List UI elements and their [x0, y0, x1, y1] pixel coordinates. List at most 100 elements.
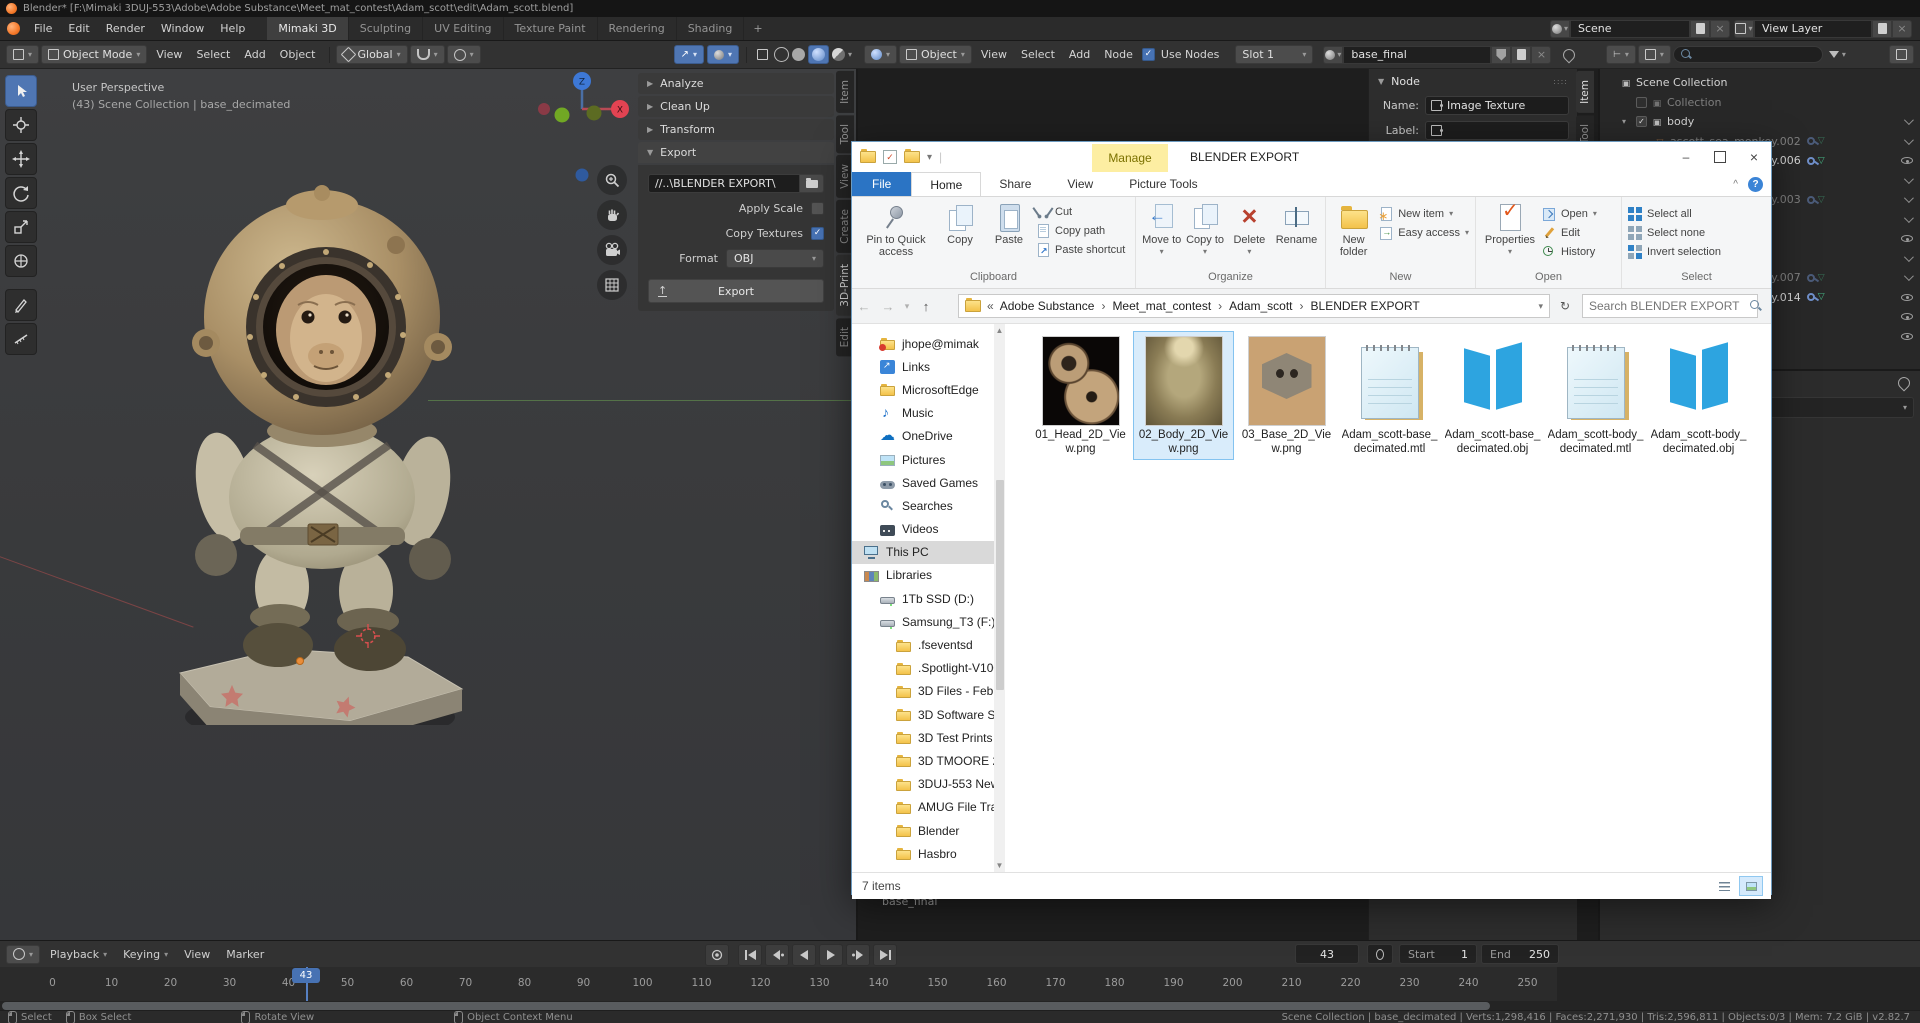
row-chevron-icon[interactable]: [1903, 174, 1913, 184]
editor-type-button[interactable]: ⊢▾: [1606, 45, 1636, 64]
mesh-data-icon[interactable]: [1818, 136, 1825, 146]
ribbon-tab[interactable]: Picture Tools: [1111, 172, 1215, 196]
workspace-tab[interactable]: Shading: [677, 17, 745, 40]
file-item[interactable]: 01_Head_2D_View.png: [1031, 332, 1130, 459]
nav-pane-item[interactable]: jhope@mimak: [852, 332, 1005, 355]
editor-type-button[interactable]: ▾: [864, 45, 897, 64]
fake-user-button[interactable]: [1491, 46, 1511, 64]
open-button[interactable]: Open▾: [1542, 205, 1597, 222]
node-panel-tab[interactable]: Item: [1576, 71, 1594, 113]
help-icon[interactable]: ?: [1748, 177, 1763, 192]
zoom-button[interactable]: [597, 165, 627, 195]
modifier-wrench-icon[interactable]: [1807, 293, 1815, 301]
menu-item[interactable]: File: [26, 17, 60, 40]
blender-menu-icon[interactable]: [0, 17, 26, 40]
easy-access-button[interactable]: Easy access▾: [1379, 224, 1469, 241]
mesh-data-icon[interactable]: [1818, 292, 1825, 302]
paste-button[interactable]: Paste: [986, 201, 1032, 246]
jump-to-start-button[interactable]: [738, 944, 762, 966]
shader-menu-item[interactable]: Add: [1062, 48, 1097, 61]
modifier-wrench-icon[interactable]: [1807, 137, 1815, 145]
delete-button[interactable]: ×Delete▾: [1229, 201, 1270, 258]
outliner-row[interactable]: ▾ body: [1600, 112, 1920, 132]
timeline-ruler[interactable]: 0102030405060708090100110120130140150160…: [0, 967, 1920, 1001]
large-icons-view-button[interactable]: [1739, 876, 1763, 896]
ribbon-tab[interactable]: View: [1049, 172, 1111, 196]
current-frame-field[interactable]: 43: [1295, 944, 1359, 964]
nav-pane-item[interactable]: This PC: [852, 541, 1005, 564]
viewlayer-name-field[interactable]: View Layer: [1754, 20, 1872, 38]
copy-to-button[interactable]: Copy to▾: [1185, 201, 1224, 258]
nav-pane-item[interactable]: 1Tb SSD (D:): [852, 587, 1005, 610]
next-keyframe-button[interactable]: [846, 944, 870, 966]
play-reverse-button[interactable]: [792, 944, 816, 966]
row-chevron-icon[interactable]: [1903, 135, 1913, 145]
cut-button[interactable]: Cut: [1036, 203, 1125, 220]
mesh-data-icon[interactable]: [1818, 273, 1825, 283]
viewport-menu-item[interactable]: Add: [237, 48, 272, 61]
nav-pane-item[interactable]: Music: [852, 402, 1005, 425]
nav-pane-item[interactable]: Pictures: [852, 448, 1005, 471]
outliner-search-field[interactable]: [1673, 46, 1823, 63]
panel-section-collapsed[interactable]: ▶Clean Up: [638, 96, 834, 117]
pin-icon[interactable]: [1896, 375, 1913, 392]
material-browse-button[interactable]: ▾: [1323, 46, 1343, 64]
timeline-menu-item[interactable]: Playback: [42, 948, 115, 961]
recent-locations-icon[interactable]: ▾: [900, 301, 914, 312]
select-all-button[interactable]: Select all: [1628, 205, 1721, 222]
playhead-frame-badge[interactable]: 43: [292, 968, 320, 983]
details-view-button[interactable]: [1712, 876, 1736, 896]
nav-pane-item[interactable]: .Spotlight-V100: [852, 657, 1005, 680]
outliner-row[interactable]: ▾ Collection: [1600, 93, 1920, 113]
ribbon-tab[interactable]: Share: [981, 172, 1049, 196]
shader-type-selector[interactable]: Object▾: [899, 45, 972, 64]
scroll-up-icon[interactable]: ▲: [994, 326, 1005, 335]
maximize-button[interactable]: [1703, 142, 1737, 172]
nav-pane-item[interactable]: Hasbro: [852, 842, 1005, 865]
close-button[interactable]: ×: [1737, 142, 1771, 172]
address-bar[interactable]: « Adobe SubstanceMeet_mat_contestAdam_sc…: [958, 294, 1550, 318]
scrollbar-thumb[interactable]: [996, 480, 1004, 690]
breadcrumb-segment[interactable]: Adobe Substance: [1000, 299, 1113, 313]
scrollbar-thumb[interactable]: [2, 1002, 1490, 1010]
material-name-field[interactable]: base_final: [1343, 46, 1491, 64]
expander-icon[interactable]: ▾: [1622, 117, 1632, 126]
node-label-field[interactable]: [1425, 121, 1569, 140]
edit-button[interactable]: Edit: [1542, 224, 1597, 241]
overlays-toggle[interactable]: ▾: [707, 45, 739, 64]
mesh-data-icon[interactable]: [1818, 156, 1825, 166]
shader-menu-item[interactable]: View: [974, 48, 1014, 61]
gizmos-toggle[interactable]: ↗▾: [674, 45, 704, 64]
timeline-menu-item[interactable]: Keying: [115, 948, 176, 961]
workspace-tab[interactable]: Rendering: [598, 17, 677, 40]
format-dropdown[interactable]: OBJ▾: [726, 249, 824, 268]
sidebar-tab[interactable]: Item: [836, 71, 854, 113]
visibility-eye-icon[interactable]: [1901, 294, 1913, 301]
shading-solid-button[interactable]: [792, 48, 805, 61]
search-box[interactable]: [1582, 294, 1758, 318]
file-item[interactable]: 02_Body_2D_View.png: [1134, 332, 1233, 459]
shader-menu-item[interactable]: Node: [1097, 48, 1140, 61]
nav-pane-item[interactable]: Libraries: [852, 564, 1005, 587]
new-collection-button[interactable]: [1889, 45, 1914, 64]
back-button[interactable]: ←: [852, 299, 876, 314]
pan-hand-button[interactable]: [597, 200, 627, 230]
invert-selection-button[interactable]: Invert selection: [1628, 243, 1721, 260]
viewlayer-browse-icon[interactable]: ▾: [1734, 20, 1754, 38]
select-none-button[interactable]: Select none: [1628, 224, 1721, 241]
menu-item[interactable]: Edit: [60, 17, 97, 40]
modifier-wrench-icon[interactable]: [1807, 274, 1815, 282]
move-to-button[interactable]: Move to▾: [1142, 201, 1181, 258]
file-item[interactable]: 03_Base_2D_View.png: [1237, 332, 1336, 459]
folder-icon[interactable]: [860, 151, 876, 163]
nav-pane-item[interactable]: 3D TMOORE 2: [852, 749, 1005, 772]
nav-pane-item[interactable]: Videos: [852, 518, 1005, 541]
nav-pane-item[interactable]: MicrosoftEdge: [852, 378, 1005, 401]
modifier-wrench-icon[interactable]: [1807, 196, 1815, 204]
file-item[interactable]: Adam_scott-body_decimated.mtl: [1546, 332, 1645, 459]
manage-contextual-tab[interactable]: Manage: [1092, 144, 1168, 172]
workspace-tab[interactable]: UV Editing: [423, 17, 503, 40]
new-scene-button[interactable]: [1690, 20, 1710, 38]
breadcrumb-segment[interactable]: Meet_mat_contest: [1112, 299, 1229, 313]
nav-pane-item[interactable]: Saved Games: [852, 471, 1005, 494]
